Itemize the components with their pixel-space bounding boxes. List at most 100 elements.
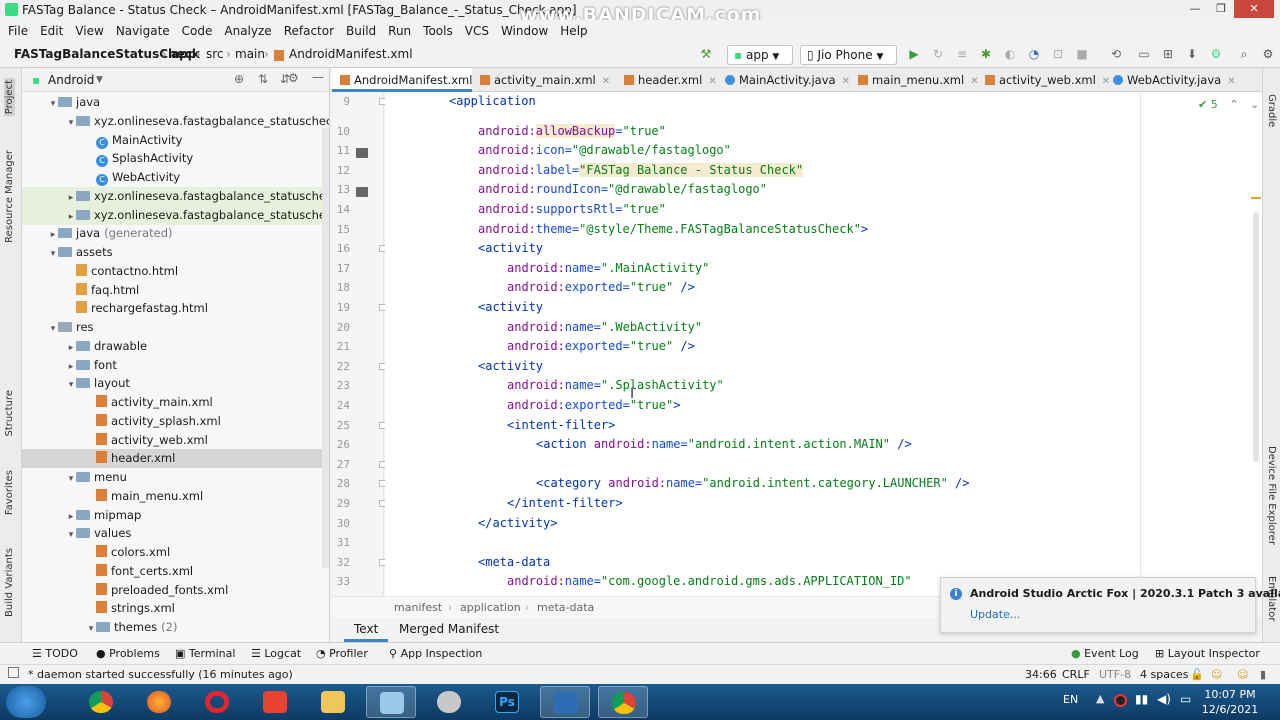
- language-indicator[interactable]: EN: [1063, 693, 1078, 706]
- volume-icon[interactable]: ◀): [1157, 692, 1171, 706]
- toggle-tool-windows-icon[interactable]: [8, 667, 19, 678]
- tree-item[interactable]: activity_splash.xml: [22, 412, 329, 431]
- layout-inspector-icon[interactable]: ⊞: [1160, 46, 1176, 62]
- tree-item[interactable]: ▾ java: [22, 93, 329, 112]
- structure-tab[interactable]: Structure: [4, 390, 15, 437]
- tree-item[interactable]: font_certs.xml: [22, 562, 329, 581]
- android-sdk-icon[interactable]: ⚙: [1208, 46, 1224, 62]
- menu-tools[interactable]: Tools: [423, 24, 453, 38]
- taskbar-photoshop[interactable]: Ps: [482, 686, 532, 718]
- menu-view[interactable]: View: [75, 24, 103, 38]
- taskbar-notepad[interactable]: [366, 686, 416, 718]
- tree-item[interactable]: preloaded_fonts.xml: [22, 581, 329, 600]
- logcat-button[interactable]: ☰ Logcat: [251, 647, 301, 660]
- chevron-down-icon[interactable]: ▾: [86, 620, 96, 639]
- run-config-dropdown[interactable]: ▪ app ▼: [727, 45, 793, 65]
- tree-item[interactable]: ▸ java (generated): [22, 224, 329, 243]
- minimize-button[interactable]: —: [1182, 0, 1208, 18]
- resource-manager-tab[interactable]: Resource Manager: [4, 150, 15, 243]
- device-manager-icon[interactable]: ▭: [1136, 46, 1152, 62]
- sync-project-icon[interactable]: ⟲: [1108, 46, 1124, 62]
- chevron-down-icon[interactable]: ⌄: [1250, 98, 1259, 111]
- network-icon[interactable]: ▮▮: [1135, 692, 1148, 706]
- editor-tab[interactable]: activity_main.xml ✕: [472, 68, 616, 92]
- nav-module[interactable]: app: [171, 47, 196, 61]
- settings-icon[interactable]: ⚙: [1260, 46, 1276, 62]
- menu-vcs[interactable]: VCS: [465, 24, 489, 38]
- taskbar-chrome-2[interactable]: [598, 686, 648, 718]
- taskbar-snipping[interactable]: [424, 686, 474, 718]
- menu-help[interactable]: Help: [560, 24, 587, 38]
- layout-inspector-button[interactable]: ⊞ Layout Inspector: [1155, 647, 1260, 660]
- rerun-icon[interactable]: ↻: [930, 46, 946, 62]
- tree-item[interactable]: main_menu.xml: [22, 487, 329, 506]
- tree-item[interactable]: ▸ xyz.onlineseva.fastagbalance_statuschec…: [22, 205, 329, 225]
- favorites-tab[interactable]: Favorites: [4, 470, 15, 515]
- maximize-button[interactable]: ❐: [1208, 0, 1234, 18]
- indent-setting[interactable]: 4 spaces: [1140, 668, 1189, 681]
- tab-text[interactable]: Text: [344, 622, 389, 642]
- sdk-manager-icon[interactable]: ⬇: [1184, 46, 1200, 62]
- chevron-down-icon[interactable]: ▼: [96, 75, 103, 85]
- gradle-tab[interactable]: Gradle: [1266, 94, 1277, 127]
- app-inspection-button[interactable]: ⚲ App Inspection: [389, 647, 482, 660]
- hide-icon[interactable]: —: [312, 70, 324, 84]
- tree-item[interactable]: activity_main.xml: [22, 393, 329, 412]
- debug-icon[interactable]: ✱: [978, 46, 994, 62]
- tree-item[interactable]: C WebActivity: [22, 168, 329, 187]
- tree-item[interactable]: ▸ xyz.onlineseva.fastagbalance_statuschec…: [22, 186, 329, 206]
- locate-icon[interactable]: ⊕: [234, 72, 244, 86]
- lock-icon[interactable]: 🔓: [1190, 668, 1204, 681]
- menu-analyze[interactable]: Analyze: [224, 24, 271, 38]
- device-dropdown[interactable]: ▯ Jio Phone ▼: [800, 45, 897, 65]
- start-button[interactable]: [6, 686, 46, 718]
- editor-tab[interactable]: activity_web.xml ✕: [977, 68, 1110, 92]
- tree-item[interactable]: C SplashActivity: [22, 149, 329, 168]
- menu-refactor[interactable]: Refactor: [284, 24, 334, 38]
- tree-item[interactable]: strings.xml: [22, 599, 329, 618]
- record-icon[interactable]: [1114, 694, 1127, 707]
- close-tab-icon[interactable]: ✕: [708, 76, 716, 87]
- expand-all-icon[interactable]: ⇅: [258, 72, 268, 86]
- feedback-icon[interactable]: ☺: [1237, 668, 1248, 681]
- system-clock[interactable]: 10:07 PM 12/6/2021: [1200, 687, 1260, 717]
- project-tool-tab[interactable]: Project: [4, 78, 15, 117]
- tree-item[interactable]: contactno.html: [22, 262, 329, 281]
- tree-item[interactable]: ▾ res: [22, 318, 329, 337]
- tree-item[interactable]: activity_web.xml: [22, 431, 329, 450]
- hammer-icon[interactable]: ⚒: [698, 46, 714, 62]
- taskbar-anydesk[interactable]: [250, 686, 300, 718]
- image-preview-icon[interactable]: [356, 148, 368, 159]
- todo-button[interactable]: ☰ TODO: [32, 647, 78, 660]
- taskbar-chrome[interactable]: [76, 686, 126, 718]
- menu-run[interactable]: Run: [388, 24, 411, 38]
- tree-item[interactable]: rechargefastag.html: [22, 299, 329, 318]
- tree-item[interactable]: ▾ assets: [22, 243, 329, 262]
- event-log-button[interactable]: ● Event Log: [1071, 647, 1139, 660]
- close-tab-icon[interactable]: ✕: [842, 76, 850, 87]
- line-separator[interactable]: CRLF: [1062, 668, 1090, 681]
- menu-file[interactable]: File: [8, 24, 28, 38]
- nav-main[interactable]: main: [235, 47, 265, 61]
- tree-item[interactable]: ▸ font: [22, 356, 329, 375]
- stop-icon[interactable]: ■: [1074, 46, 1090, 62]
- menu-build[interactable]: Build: [346, 24, 376, 38]
- tree-item[interactable]: ▾ themes (2): [22, 618, 329, 639]
- nav-file[interactable]: AndroidManifest.xml: [289, 47, 413, 61]
- close-button[interactable]: ✕: [1234, 0, 1274, 18]
- tab-merged-manifest[interactable]: Merged Manifest: [399, 622, 499, 636]
- taskbar-firefox[interactable]: [134, 686, 184, 718]
- tree-item[interactable]: ▸ drawable: [22, 337, 329, 356]
- terminal-button[interactable]: ▣ Terminal: [175, 647, 235, 660]
- file-encoding[interactable]: UTF-8: [1099, 668, 1131, 681]
- tree-item[interactable]: ▾ values: [22, 524, 329, 543]
- taskbar-opera[interactable]: [192, 686, 242, 718]
- profiler-button[interactable]: ◔ Profiler: [316, 647, 368, 660]
- chevron-up-icon[interactable]: ⌃: [1229, 98, 1238, 111]
- taskbar-android-studio[interactable]: [540, 686, 590, 718]
- editor-tab[interactable]: MainActivity.java ✕: [717, 68, 850, 92]
- profile-icon[interactable]: ◔: [1026, 46, 1042, 62]
- nav-src[interactable]: src: [206, 47, 224, 61]
- tree-item[interactable]: ▾ layout: [22, 374, 329, 393]
- tray-expand-icon[interactable]: ▲: [1096, 692, 1104, 705]
